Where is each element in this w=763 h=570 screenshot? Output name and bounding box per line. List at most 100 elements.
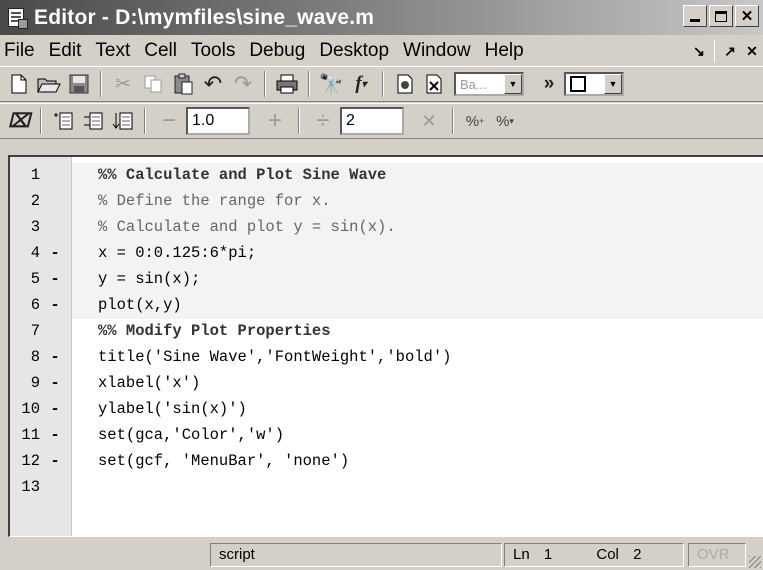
resize-grip-icon[interactable] [749, 556, 761, 568]
undo-icon[interactable]: ↶ [198, 69, 228, 99]
code-line[interactable]: 10- ylabel('sin(x)') [10, 396, 763, 422]
breakpoint-marker[interactable]: - [48, 396, 62, 422]
col-label: Col [596, 546, 619, 563]
menu-tools[interactable]: Tools [184, 37, 242, 65]
undock-icon[interactable]: ↘ [688, 43, 710, 60]
new-file-icon[interactable] [4, 69, 34, 99]
code-line[interactable]: 11- set(gca,'Color','w') [10, 422, 763, 448]
code-text: ylabel('sin(x)') [98, 400, 247, 418]
close-document-icon[interactable]: ✕ [741, 43, 763, 60]
minus-icon[interactable]: − [152, 107, 186, 135]
code-text: set(gcf, 'MenuBar', 'none') [98, 452, 350, 470]
menu-debug[interactable]: Debug [242, 37, 312, 65]
minimize-icon [690, 19, 700, 22]
code-text: title('Sine Wave','FontWeight','bold') [98, 348, 452, 366]
code-line[interactable]: 5- y = sin(x); [10, 266, 763, 292]
menu-file[interactable]: File [0, 37, 42, 65]
maximize-button[interactable] [709, 5, 733, 27]
code-line[interactable]: 1 %% Calculate and Plot Sine Wave [10, 162, 763, 188]
editor-app-icon[interactable] [6, 7, 28, 29]
decrement-value-field[interactable]: 1.0 [186, 107, 250, 135]
cell-mode-icon[interactable]: ⌧ [4, 106, 34, 136]
title-bar[interactable]: Editor - D:\mymfiles\sine_wave.m ✕ [0, 0, 763, 35]
breakpoint-marker[interactable]: - [48, 344, 62, 370]
plus-icon[interactable]: + [258, 107, 292, 135]
toolbar-separator [144, 108, 146, 134]
menu-edit[interactable]: Edit [42, 37, 89, 65]
line-number: 9 [30, 374, 40, 392]
divide-value-field[interactable]: 2 [340, 107, 404, 135]
print-icon[interactable] [272, 69, 302, 99]
code-line[interactable]: 7 %% Modify Plot Properties [10, 318, 763, 344]
breakpoint-marker[interactable]: - [48, 370, 62, 396]
code-line[interactable]: 8- title('Sine Wave','FontWeight','bold') [10, 344, 763, 370]
close-button[interactable]: ✕ [735, 5, 759, 27]
code-text: y = sin(x); [98, 270, 201, 288]
line-number: 3 [30, 218, 40, 236]
code-line[interactable]: 4- x = 0:0.125:6*pi; [10, 240, 763, 266]
multiply-icon[interactable]: ✕ [412, 111, 446, 132]
line-number: 12 [21, 452, 40, 470]
comment-icon[interactable]: % + [460, 106, 490, 136]
more-tools-button[interactable]: » [534, 69, 564, 99]
menu-bar: File Edit Text Cell Tools Debug Desktop Window H… [0, 36, 763, 66]
cut-icon[interactable]: ✂ [108, 69, 138, 99]
ln-label: Ln [513, 546, 530, 563]
code-line[interactable]: 2 % Define the range for x. [10, 188, 763, 214]
breakpoint-marker[interactable]: - [48, 240, 62, 266]
chevron-down-icon[interactable]: ▼ [604, 74, 622, 94]
dock-combo[interactable]: ▼ [564, 72, 624, 96]
evaluate-cell-icon[interactable] [78, 106, 108, 136]
menu-window[interactable]: Window [396, 37, 478, 65]
divide-icon[interactable]: ÷ [306, 107, 340, 135]
insert-cell-icon[interactable] [48, 106, 78, 136]
breakpoint-icon[interactable] [390, 69, 420, 99]
breakpoint-marker[interactable]: - [48, 292, 62, 318]
cursor-position-status: Ln 1 Col 2 [504, 543, 684, 567]
line-number: 6 [30, 296, 40, 314]
breakpoint-marker[interactable]: - [48, 448, 62, 474]
dock-icon[interactable]: ↗ [719, 43, 741, 60]
code-line[interactable]: 6- plot(x,y) [10, 292, 763, 318]
minimize-button[interactable] [683, 5, 707, 27]
code-line[interactable]: 13 [10, 474, 763, 500]
open-file-icon[interactable] [34, 69, 64, 99]
line-number: 4 [30, 244, 40, 262]
file-type-label: script [219, 546, 255, 563]
save-icon[interactable] [64, 69, 94, 99]
toolbar-separator [264, 71, 266, 97]
code-text: plot(x,y) [98, 296, 182, 314]
code-line[interactable]: 12- set(gcf, 'MenuBar', 'none') [10, 448, 763, 474]
toolbar-separator [308, 71, 310, 97]
code-editor[interactable]: 1 %% Calculate and Plot Sine Wave 2 % Defin… [8, 155, 763, 537]
breakpoint-marker[interactable]: - [48, 266, 62, 292]
menu-desktop[interactable]: Desktop [312, 37, 396, 65]
uncomment-icon[interactable]: % ▾ [490, 106, 520, 136]
code-text: % Calculate and plot y = sin(x). [98, 218, 396, 236]
breakpoint-marker[interactable]: - [48, 422, 62, 448]
paste-icon[interactable] [168, 69, 198, 99]
overwrite-status: OVR [688, 543, 746, 567]
line-number: 5 [30, 270, 40, 288]
find-icon[interactable]: 🔭 [316, 69, 346, 99]
chevron-down-icon[interactable]: ▼ [504, 74, 522, 94]
menu-text[interactable]: Text [88, 37, 137, 65]
line-number: 11 [21, 426, 40, 444]
toolbar-separator [100, 71, 102, 97]
menu-cell[interactable]: Cell [137, 37, 184, 65]
function-icon[interactable]: f ▾ [346, 69, 376, 99]
copy-icon[interactable] [138, 69, 168, 99]
code-line[interactable]: 3 % Calculate and plot y = sin(x). [10, 214, 763, 240]
stack-combo[interactable]: Ba... ▼ [454, 72, 524, 96]
code-text: % Define the range for x. [98, 192, 331, 210]
code-text: x = 0:0.125:6*pi; [98, 244, 257, 262]
clear-breakpoints-icon[interactable] [420, 69, 450, 99]
redo-icon[interactable]: ↷ [228, 69, 258, 99]
evaluate-and-advance-icon[interactable] [108, 106, 138, 136]
line-number: 1 [30, 166, 40, 184]
stack-combo-value: Ba... [460, 76, 487, 92]
code-line[interactable]: 9- xlabel('x') [10, 370, 763, 396]
toolbar-separator [452, 108, 454, 134]
menu-help[interactable]: Help [478, 37, 531, 65]
file-type-status: script [210, 543, 502, 567]
